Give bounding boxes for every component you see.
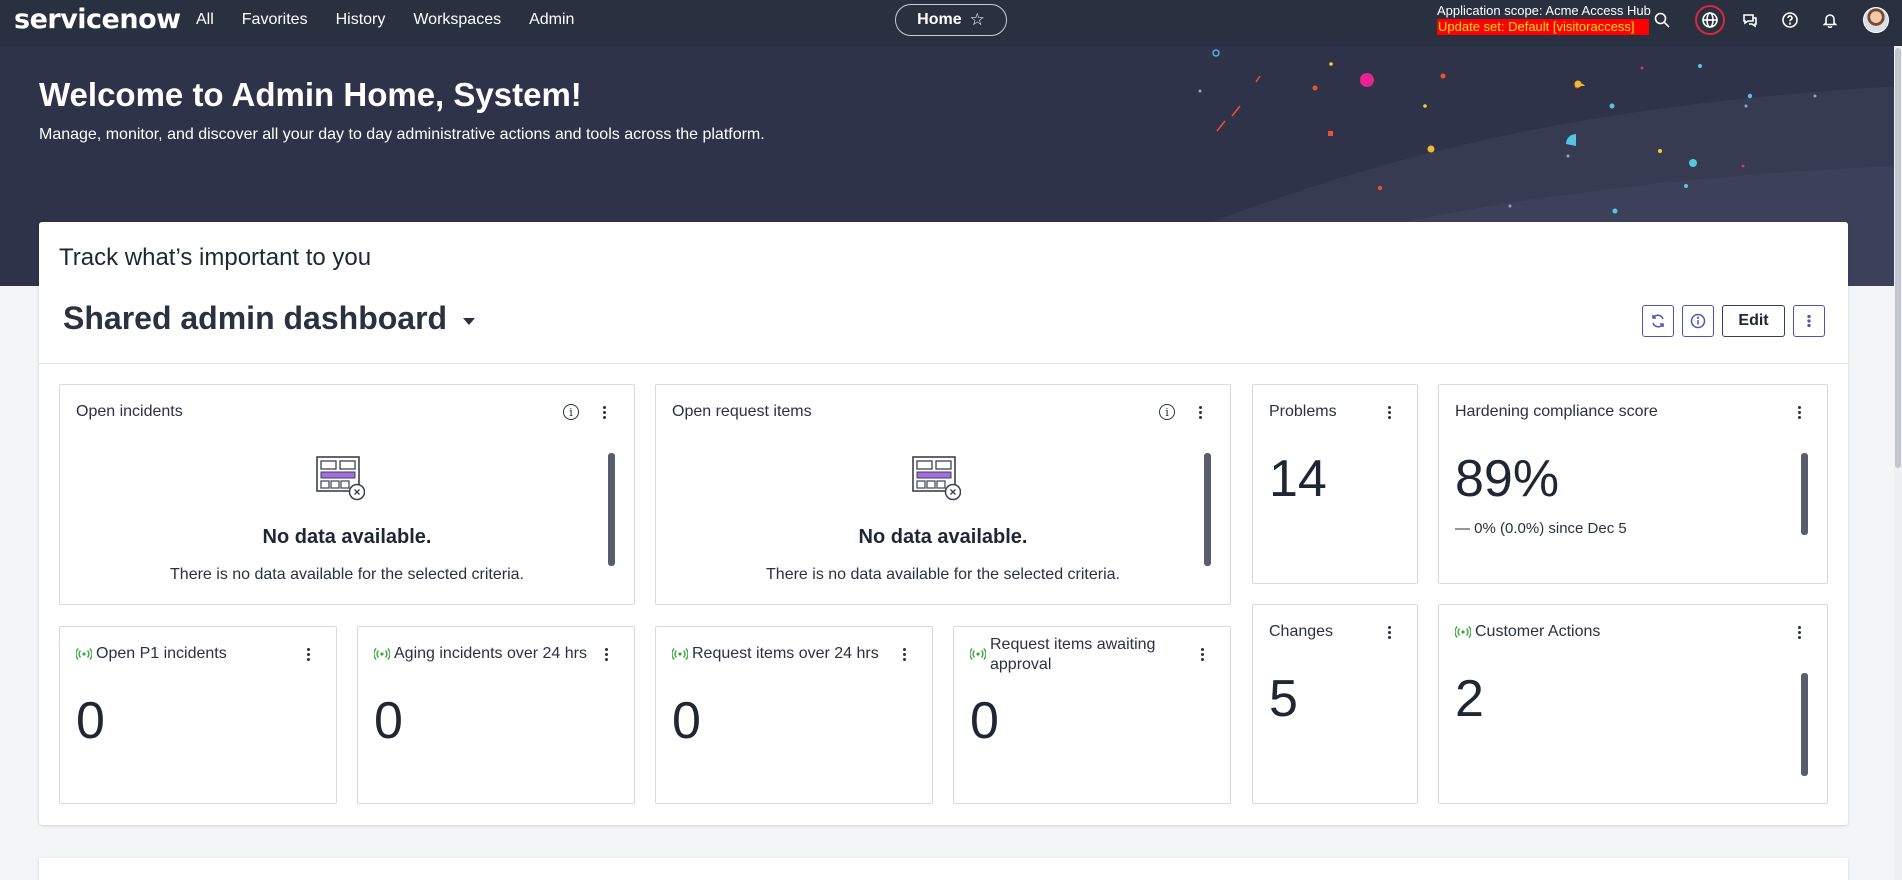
widget-problems[interactable]: Problems 14: [1252, 384, 1418, 584]
bell-icon[interactable]: [1816, 6, 1844, 34]
widget-title: Changes: [1269, 623, 1334, 640]
next-section-card: [39, 858, 1848, 880]
info-icon[interactable]: i: [1159, 404, 1175, 420]
search-icon[interactable]: [1648, 6, 1676, 34]
refresh-icon: [1652, 314, 1664, 328]
no-data-illustration-icon: [912, 456, 961, 501]
live-signal-icon: [970, 648, 986, 660]
widget-title: Hardening compliance score: [1455, 403, 1658, 420]
widget-title: Request items over 24 hrs: [692, 645, 879, 662]
trend-text: 0% (0.0%) since Dec 5: [1474, 520, 1627, 537]
widget-scrollbar[interactable]: [1801, 453, 1808, 535]
more-vertical-icon[interactable]: [896, 643, 912, 665]
no-data-heading: No data available.: [262, 526, 432, 548]
dashboard-more-button[interactable]: [1793, 305, 1825, 337]
nav-link-admin[interactable]: Admin: [529, 11, 574, 29]
widget-title: Open P1 incidents: [96, 645, 227, 662]
widget-changes[interactable]: Changes 5: [1252, 604, 1418, 804]
more-vertical-icon[interactable]: [1194, 643, 1210, 665]
home-page-pill[interactable]: Home ☆: [895, 4, 1007, 36]
metric-value: 89%: [1455, 450, 1560, 508]
info-icon[interactable]: i: [563, 404, 579, 420]
dash-icon: —: [1455, 520, 1475, 537]
info-button[interactable]: [1682, 305, 1714, 337]
nav-link-all[interactable]: All: [196, 11, 214, 29]
star-icon[interactable]: ☆: [970, 10, 985, 30]
servicenow-logo[interactable]: servicenow: [14, 4, 181, 35]
widget-title: Open incidents: [76, 403, 183, 420]
more-vertical-icon[interactable]: [598, 643, 614, 665]
widget-title: Open request items: [672, 403, 812, 420]
metric-value: 0: [76, 692, 105, 750]
page-scrollbar-thumb[interactable]: [1895, 48, 1901, 468]
dashboard-selector[interactable]: Shared admin dashboard: [63, 300, 476, 337]
chevron-down-icon[interactable]: [463, 318, 476, 325]
more-vertical-icon[interactable]: [1192, 401, 1208, 423]
metric-value: 14: [1269, 450, 1327, 508]
application-scope-info[interactable]: Application scope: Acme Access Hub Updat…: [1437, 3, 1651, 35]
widget-open-p1-incidents[interactable]: Open P1 incidents 0: [59, 626, 337, 804]
top-navigation-bar: servicenow All Favorites History Workspa…: [0, 0, 1902, 46]
widget-title: Aging incidents over 24 hrs: [394, 645, 587, 662]
update-set-badge[interactable]: Update set: Default [visitoraccess]: [1437, 19, 1649, 35]
widget-title-line-1: Request items awaiting: [990, 636, 1156, 653]
metric-value: 0: [970, 692, 999, 750]
chat-icon[interactable]: [1736, 6, 1764, 34]
metric-value: 5: [1269, 670, 1298, 728]
more-vertical-icon: [1807, 314, 1811, 328]
page-scrollbar[interactable]: [1894, 46, 1902, 880]
widget-title: Request items awaiting approval: [990, 635, 1155, 675]
refresh-button[interactable]: [1642, 305, 1674, 337]
info-icon: [1690, 313, 1706, 329]
more-vertical-icon[interactable]: [1791, 621, 1807, 643]
no-data-text: There is no data available for the selec…: [766, 566, 1120, 583]
edit-button[interactable]: Edit: [1722, 305, 1785, 337]
widget-request-items-awaiting-approval[interactable]: Request items awaiting approval 0: [953, 626, 1231, 804]
main-nav-links: All Favorites History Workspaces Admin: [196, 0, 602, 40]
widget-title: Problems: [1269, 403, 1337, 420]
no-data-text: There is no data available for the selec…: [170, 566, 524, 583]
dashboard-card: Track what’s important to you Shared adm…: [39, 222, 1848, 825]
user-avatar[interactable]: [1863, 7, 1889, 33]
hero-title: Welcome to Admin Home, System!: [39, 76, 582, 113]
metric-value: 2: [1455, 670, 1484, 728]
widget-scrollbar[interactable]: [1204, 453, 1211, 566]
application-scope-text: Application scope: Acme Access Hub: [1437, 3, 1651, 18]
nav-link-workspaces[interactable]: Workspaces: [413, 11, 501, 29]
widget-aging-incidents[interactable]: Aging incidents over 24 hrs 0: [357, 626, 635, 804]
globe-icon[interactable]: [1695, 5, 1725, 35]
widget-scrollbar[interactable]: [608, 453, 615, 566]
more-vertical-icon[interactable]: [1791, 401, 1807, 423]
dashboard-name: Shared admin dashboard: [63, 300, 448, 336]
widget-open-incidents: Open incidents i No data available. Ther…: [59, 384, 635, 605]
live-signal-icon: [672, 648, 688, 660]
live-signal-icon: [76, 648, 92, 660]
widget-hardening-compliance-score[interactable]: Hardening compliance score 89% — 0% (0.0…: [1438, 384, 1828, 584]
home-label: Home: [917, 11, 962, 28]
widget-scrollbar[interactable]: [1801, 673, 1808, 776]
metric-value: 0: [672, 692, 701, 750]
nav-link-favorites[interactable]: Favorites: [242, 11, 308, 29]
live-signal-icon: [374, 648, 390, 660]
logo-text: servicenow: [14, 4, 181, 35]
no-data-illustration-icon: [316, 456, 365, 501]
live-signal-icon: [1455, 626, 1471, 638]
metric-value: 0: [374, 692, 403, 750]
section-title: Track what’s important to you: [59, 244, 372, 271]
widget-title: Customer Actions: [1475, 623, 1601, 640]
widget-open-request-items: Open request items i No data available. …: [655, 384, 1231, 605]
widget-request-items-over-24-hrs[interactable]: Request items over 24 hrs 0: [655, 626, 933, 804]
widget-customer-actions[interactable]: Customer Actions 2: [1438, 604, 1828, 804]
metric-trend: — 0% (0.0%) since Dec 5: [1455, 520, 1627, 537]
widget-title-line-2: approval: [990, 656, 1052, 673]
no-data-heading: No data available.: [858, 526, 1028, 548]
hero-subtitle: Manage, monitor, and discover all your d…: [39, 126, 765, 143]
header-divider: [39, 363, 1848, 364]
nav-link-history[interactable]: History: [336, 11, 386, 29]
more-vertical-icon[interactable]: [1381, 621, 1397, 643]
help-icon[interactable]: [1776, 6, 1804, 34]
more-vertical-icon[interactable]: [596, 401, 612, 423]
more-vertical-icon[interactable]: [300, 643, 316, 665]
more-vertical-icon[interactable]: [1381, 401, 1397, 423]
